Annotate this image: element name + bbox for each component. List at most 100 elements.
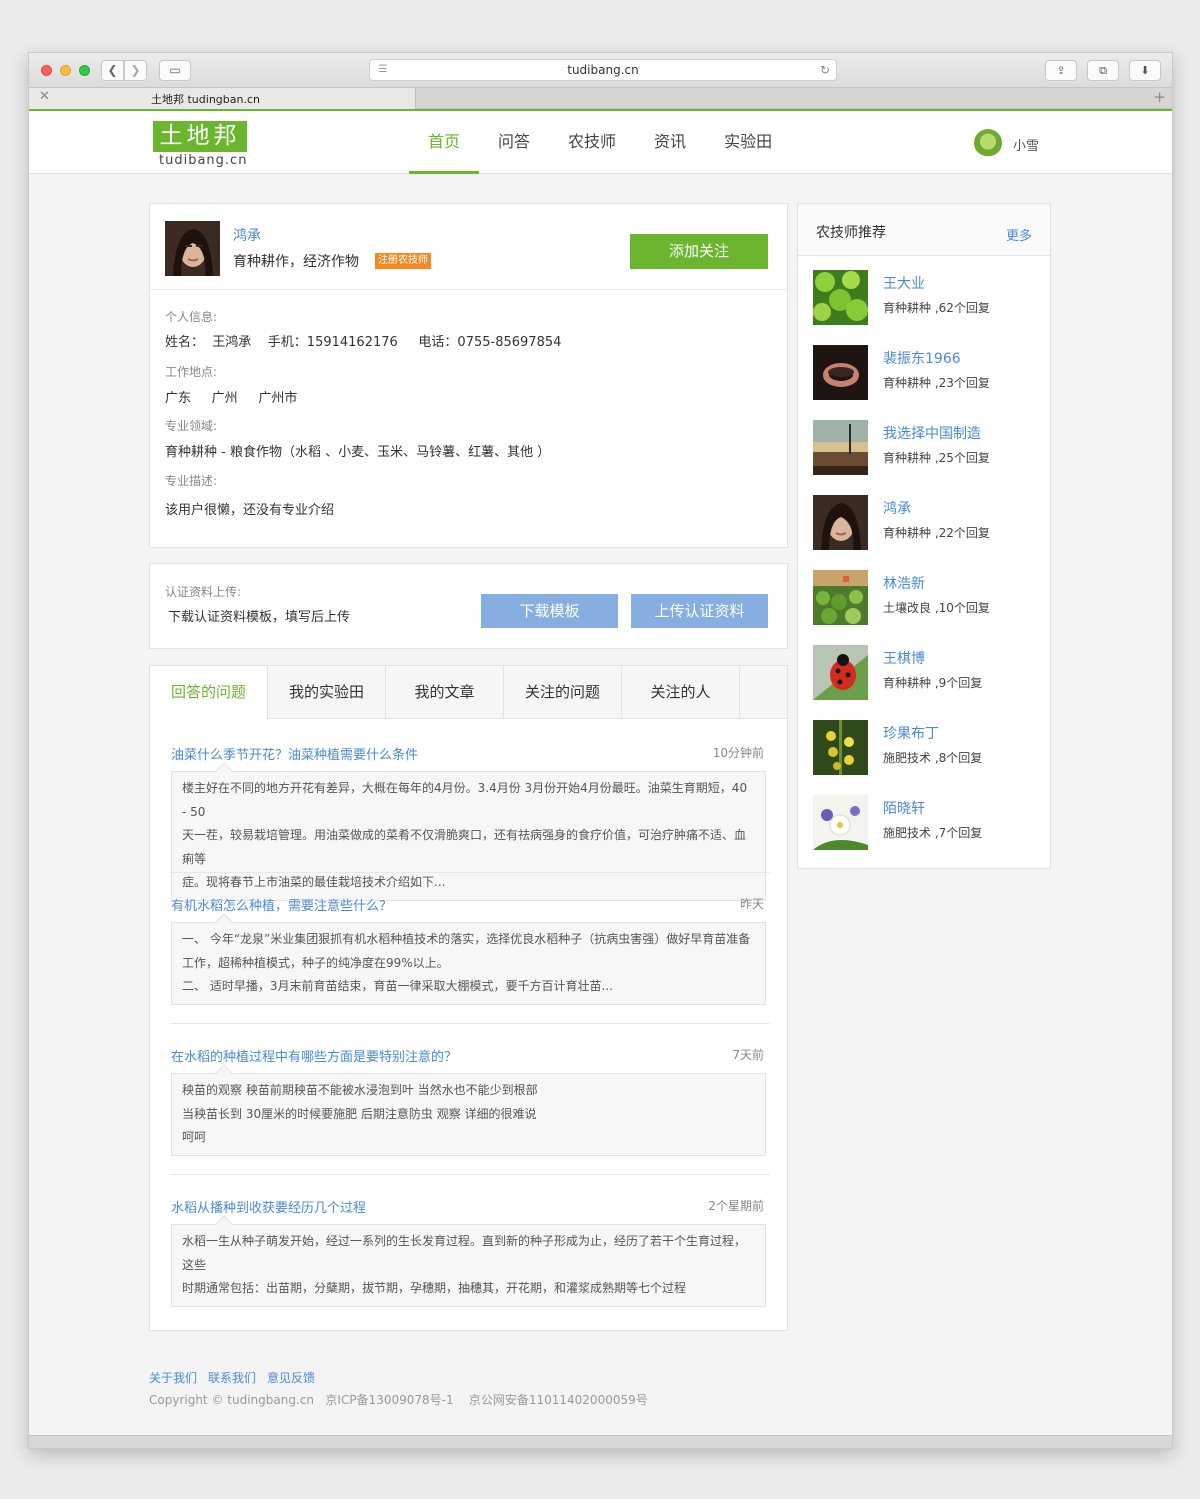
expert-item[interactable]: 王大业 育种耕种 ,62个回复 <box>813 270 1038 325</box>
description-value: 该用户很懒，还没有专业介绍 <box>165 503 335 518</box>
close-window-button[interactable] <box>41 65 52 76</box>
nav-news[interactable]: 资讯 <box>635 111 705 174</box>
tab-my-trial-field[interactable]: 我的实验田 <box>268 666 386 719</box>
expert-name[interactable]: 珍果布丁 <box>883 723 939 743</box>
nav-home[interactable]: 首页 <box>409 111 480 174</box>
question-time: 2个星期前 <box>708 1199 764 1213</box>
answer-excerpt: 水稻一生从种子萌发开始，经过一系列的生长发育过程。直到新的种子形成为止，经历了若… <box>171 1215 766 1307</box>
downloads-button[interactable]: ⬇ <box>1129 60 1161 81</box>
profile-field: 育种耕作，经济作物 <box>233 254 359 270</box>
yellow-flower-photo[interactable] <box>813 720 868 775</box>
question-title[interactable]: 水稻从播种到收获要经历几个过程 <box>171 1197 366 1216</box>
expert-name[interactable]: 裴振东1966 <box>883 348 961 368</box>
answered-questions-panel: 回答的问题 我的实验田 我的文章 关注的问题 关注的人 油菜什么季节开花？油菜种… <box>149 665 788 1331</box>
street-photo[interactable] <box>813 420 868 475</box>
expert-meta: 育种耕种 ,25个回复 <box>883 451 990 465</box>
minimize-window-button[interactable] <box>60 65 71 76</box>
back-button[interactable]: ❮ <box>101 60 124 81</box>
tab-my-articles[interactable]: 我的文章 <box>386 666 504 719</box>
answer-line: 时期通常包括：出苗期，分蘖期，拔节期，孕穗期，抽穗其，开花期，和灌浆成熟期等七个… <box>182 1281 687 1295</box>
question-title[interactable]: 在水稻的种植过程中有哪些方面是要特别注意的？ <box>171 1046 457 1065</box>
share-button[interactable]: ⇪ <box>1045 60 1077 81</box>
ring-photo[interactable] <box>813 345 868 400</box>
user-avatar[interactable] <box>974 129 1002 157</box>
nav-qa[interactable]: 问答 <box>479 111 549 174</box>
portrait-photo[interactable] <box>813 495 868 550</box>
tab-overview-button[interactable]: ⧉ <box>1087 60 1119 81</box>
expert-meta: 施肥技术 ,8个回复 <box>883 751 983 765</box>
reload-icon[interactable]: ↻ <box>820 60 830 80</box>
ladybug-photo[interactable] <box>813 645 868 700</box>
question-title[interactable]: 油菜什么季节开花？油菜种植需要什么条件 <box>171 744 418 763</box>
footer-links: 关于我们 联系我们 意见反馈 <box>149 1369 315 1386</box>
clover-photo[interactable] <box>813 270 868 325</box>
personal-info-label: 个人信息: <box>165 310 218 324</box>
site-header: 土地邦 tudibang.cn 首页 问答 农技师 资讯 实验田 小雪 <box>29 109 1172 174</box>
tab-title: 土地邦 tudingban.cn <box>151 93 260 106</box>
more-link[interactable]: 更多 <box>1006 225 1032 244</box>
expert-item[interactable]: 裴振东1966 育种耕种 ,23个回复 <box>813 345 1038 400</box>
window-bottom-bar <box>29 1435 1172 1448</box>
sidebar-title: 农技师推荐 <box>816 225 886 241</box>
footer-contact-link[interactable]: 联系我们 <box>208 1369 256 1386</box>
download-template-button[interactable]: 下载模板 <box>481 594 618 628</box>
upload-label: 认证资料上传: <box>165 585 242 599</box>
upload-certification-button[interactable]: 上传认证资料 <box>631 594 768 628</box>
site-logo[interactable]: 土地邦 <box>153 121 247 152</box>
sidebar-toggle-button[interactable]: ▭ <box>159 60 191 81</box>
answer-line: 天一茬，较易栽培管理。用油菜做成的菜肴不仅滑脆爽口，还有祛病强身的食疗价值，可治… <box>182 828 747 866</box>
answer-line: 症。现将春节上市油菜的最佳栽培技术介绍如下... <box>182 875 446 889</box>
divider <box>170 1174 770 1175</box>
market-photo[interactable] <box>813 570 868 625</box>
close-tab-icon[interactable]: ✕ <box>39 89 50 104</box>
expert-meta: 育种耕种 ,22个回复 <box>883 526 990 540</box>
expert-recommendations: 农技师推荐 更多 王大业 育种耕种 ,62个回复 裴振东1966 育种耕种 ,2… <box>797 203 1051 869</box>
divider <box>170 872 770 873</box>
address-bar[interactable]: ☰ tudibang.cn ↻ <box>369 59 837 81</box>
white-flower-photo[interactable] <box>813 795 868 850</box>
location-label: 工作地点: <box>165 365 218 379</box>
expert-name[interactable]: 王棋博 <box>883 648 925 668</box>
user-name[interactable]: 小雪 <box>1013 135 1039 154</box>
personal-info-value: 姓名： 王鸿承 手机：15914162176 电话：0755-85697854 <box>165 335 562 350</box>
profile-header: 鸿承 育种耕作，经济作物 注册农技师 添加关注 <box>150 204 787 290</box>
reader-icon[interactable]: ☰ <box>377 64 389 76</box>
footer-feedback-link[interactable]: 意见反馈 <box>267 1369 315 1386</box>
follow-button[interactable]: 添加关注 <box>630 234 768 269</box>
expert-item[interactable]: 珍果布丁 施肥技术 ,8个回复 <box>813 720 1038 775</box>
expert-meta: 育种耕种 ,62个回复 <box>883 301 990 315</box>
expert-name[interactable]: 陌晓轩 <box>883 798 925 818</box>
expert-item[interactable]: 鸿承 育种耕种 ,22个回复 <box>813 495 1038 550</box>
profile-name[interactable]: 鸿承 <box>233 225 261 245</box>
answer-line: 二、 适时早播，3月末前育苗结束，育苗一律采取大棚模式，要千方百计育壮苗... <box>182 979 613 993</box>
expert-name[interactable]: 鸿承 <box>883 498 911 518</box>
question-title[interactable]: 有机水稻怎么种植，需要注意些什么？ <box>171 895 392 914</box>
tab-followed-people[interactable]: 关注的人 <box>622 666 740 719</box>
expert-item[interactable]: 陌晓轩 施肥技术 ,7个回复 <box>813 795 1038 850</box>
tab-answered-questions[interactable]: 回答的问题 <box>150 666 268 720</box>
answer-line: 楼主好在不同的地方开花有差异，大概在每年的4月份。3.4月份 3月份开始4月份最… <box>182 781 748 819</box>
expert-item[interactable]: 林浩新 土壤改良 ,10个回复 <box>813 570 1038 625</box>
certification-upload-panel: 认证资料上传: 下载认证资料模板，填写后上传 下载模板 上传认证资料 <box>149 563 788 649</box>
expert-name[interactable]: 我选择中国制造 <box>883 423 981 443</box>
footer-about-link[interactable]: 关于我们 <box>149 1369 197 1386</box>
profile-tabs: 回答的问题 我的实验田 我的文章 关注的问题 关注的人 <box>150 666 787 720</box>
browser-tab[interactable]: ✕ 土地邦 tudingban.cn <box>29 88 416 109</box>
expert-item[interactable]: 我选择中国制造 育种耕种 ,25个回复 <box>813 420 1038 475</box>
expert-name[interactable]: 王大业 <box>883 273 925 293</box>
url-text: tudibang.cn <box>567 63 639 77</box>
nav-trial-field[interactable]: 实验田 <box>705 111 791 174</box>
upload-description: 下载认证资料模板，填写后上传 <box>168 610 351 625</box>
profile-panel: 鸿承 育种耕作，经济作物 注册农技师 添加关注 个人信息: 姓名： 王鸿承 手机… <box>149 203 788 548</box>
tab-followed-questions[interactable]: 关注的问题 <box>504 666 622 719</box>
expert-item[interactable]: 王棋博 育种耕种 ,9个回复 <box>813 645 1038 700</box>
expert-name[interactable]: 林浩新 <box>883 573 925 593</box>
forward-button[interactable]: ❯ <box>124 60 147 81</box>
footer-copyright: Copyright © tudingbang.cn 京ICP备13009078号… <box>149 1393 648 1407</box>
nav-experts[interactable]: 农技师 <box>549 111 635 174</box>
profile-photo <box>165 221 220 276</box>
new-tab-icon[interactable]: + <box>1153 88 1166 106</box>
answer-line: 工作，超稀种植模式，种子的纯净度在99%以上。 <box>182 955 449 970</box>
description-label: 专业描述: <box>165 474 218 488</box>
zoom-window-button[interactable] <box>79 65 90 76</box>
